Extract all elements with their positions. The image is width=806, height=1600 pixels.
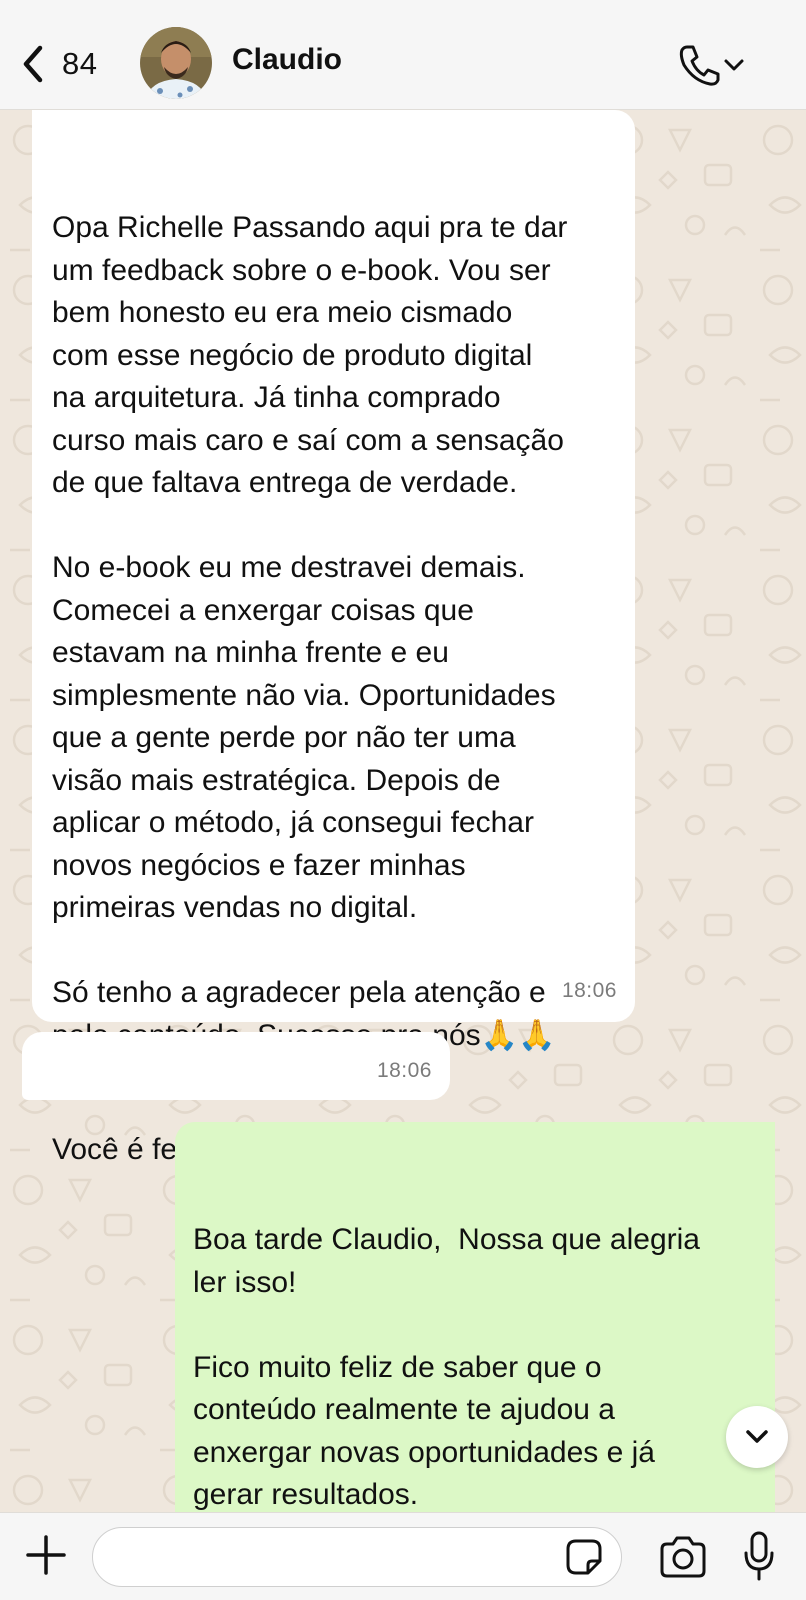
microphone-icon	[744, 1531, 774, 1581]
chevron-down-icon	[724, 59, 744, 71]
incoming-message[interactable]: Opa Richelle Passando aqui pra te dar um…	[32, 110, 635, 1052]
message-time: 18:06	[561, 978, 617, 1002]
chat-header: 84 Claudio	[0, 0, 806, 110]
plus-icon	[26, 1535, 66, 1575]
phone-icon	[679, 45, 720, 86]
incoming-message[interactable]: Você é fera de mais 18:06	[22, 1032, 450, 1166]
chevron-left-icon	[23, 45, 43, 83]
message-text: Boa tarde Claudio, Nossa que alegria ler…	[193, 1223, 700, 1511]
outgoing-message[interactable]: Boa tarde Claudio, Nossa que alegria ler…	[175, 1122, 775, 1512]
message-input[interactable]	[92, 1527, 622, 1587]
sticker-icon	[566, 1539, 602, 1575]
back-button[interactable]: 84	[18, 38, 118, 90]
sticker-button[interactable]	[562, 1535, 606, 1579]
avatar-image	[140, 27, 212, 99]
contact-avatar[interactable]	[140, 27, 212, 99]
compose-bar	[0, 1512, 806, 1600]
contact-name[interactable]: Claudio	[232, 43, 342, 77]
camera-icon	[660, 1536, 706, 1578]
unread-count: 84	[62, 46, 98, 81]
attach-button[interactable]	[24, 1533, 68, 1577]
chevron-down-icon	[746, 1430, 768, 1443]
call-button[interactable]	[678, 40, 758, 90]
chat-area[interactable]: Opa Richelle Passando aqui pra te dar um…	[0, 110, 806, 1512]
microphone-button[interactable]	[742, 1529, 776, 1583]
camera-button[interactable]	[658, 1533, 708, 1581]
message-text: Opa Richelle Passando aqui pra te dar um…	[52, 211, 568, 1052]
message-time: 18:06	[376, 1058, 432, 1082]
scroll-to-bottom-button[interactable]	[726, 1406, 788, 1468]
